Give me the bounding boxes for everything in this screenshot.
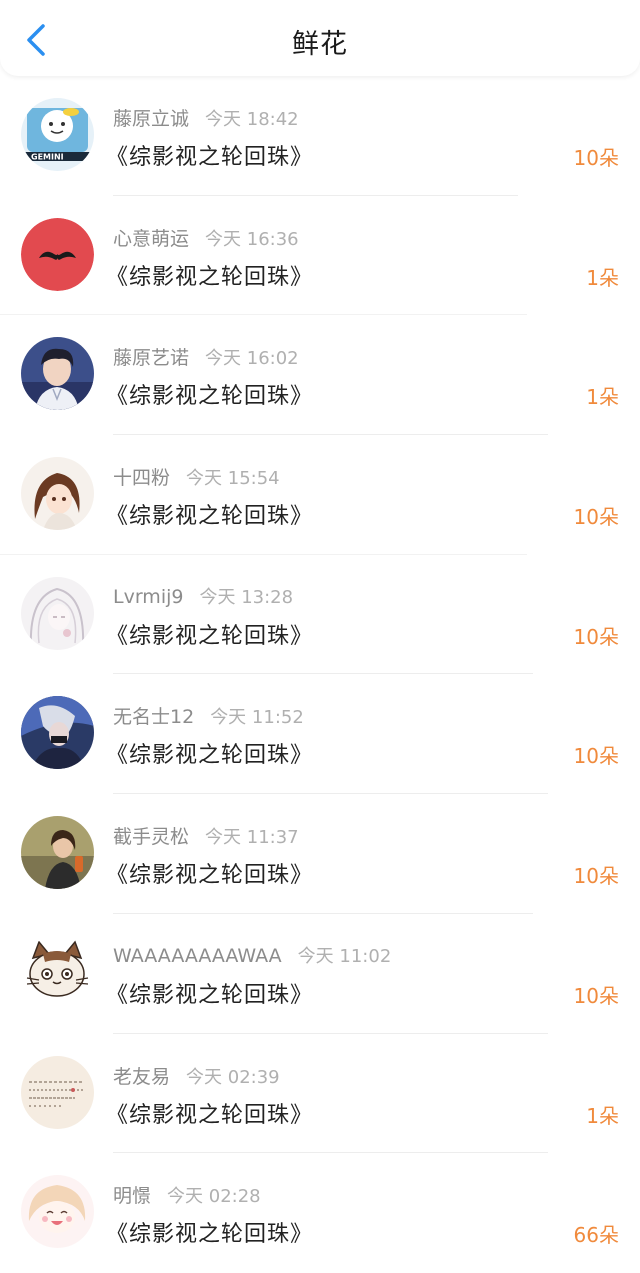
chibi-girl-avatar[interactable] — [21, 1175, 94, 1249]
timestamp: 今天 16:02 — [205, 348, 299, 370]
woman-photo-avatar[interactable] — [21, 816, 94, 890]
flower-list: GEMINI 藤原立诚 今天 18:42 《综影视之轮回珠》 10朵 心意萌运 今天… — [0, 76, 640, 1273]
list-item[interactable]: 心意萌运 今天 16:36 《综影视之轮回珠》 1朵 — [0, 196, 640, 316]
page-title: 鲜花 — [292, 29, 348, 60]
top-bar: 鲜花 — [0, 0, 640, 76]
username: 心意萌运 — [113, 227, 190, 250]
boy-photo-avatar[interactable] — [21, 337, 94, 411]
timestamp: 今天 11:52 — [210, 707, 304, 729]
username: 藤原立诚 — [113, 108, 190, 130]
username: 无名士12 — [113, 706, 195, 729]
gemini-cartoon-avatar[interactable]: GEMINI — [21, 98, 94, 171]
username: 明憬 — [113, 1185, 152, 1208]
book-title: 《综影视之轮回珠》 — [106, 504, 314, 530]
list-item[interactable]: 藤原艺诺 今天 16:02 《综影视之轮回珠》 1朵 — [0, 315, 640, 436]
timestamp: 今天 16:36 — [205, 228, 299, 250]
book-title: 《综影视之轮回珠》 — [106, 623, 314, 649]
timestamp: 今天 18:42 — [205, 109, 299, 130]
flower-count: 10朵 — [573, 983, 619, 1008]
timestamp: 今天 11:37 — [205, 827, 299, 849]
list-item[interactable]: 无名士12 今天 11:52 《综影视之轮回珠》 10朵 — [0, 674, 640, 795]
list-item[interactable]: 老友易 今天 02:39 《综影视之轮回珠》 1朵 — [0, 1034, 640, 1154]
handwriting-avatar[interactable] — [21, 1055, 94, 1129]
cat-cartoon-avatar[interactable] — [21, 935, 94, 1009]
flower-count: 10朵 — [573, 864, 619, 889]
timestamp: 今天 11:02 — [297, 945, 392, 967]
timestamp: 今天 02:39 — [186, 1066, 280, 1088]
username: 老友易 — [113, 1065, 171, 1088]
sketch-girl-avatar[interactable] — [21, 576, 94, 650]
svg-text:GEMINI: GEMINI — [31, 153, 64, 162]
flower-count: 10朵 — [573, 744, 619, 769]
username: WAAAAAAAAWAA — [113, 944, 282, 967]
username: 藤原艺诺 — [113, 347, 190, 370]
book-title: 《综影视之轮回珠》 — [106, 384, 314, 410]
flower-count: 10朵 — [573, 146, 619, 170]
flower-count: 66朵 — [573, 1223, 619, 1248]
list-item[interactable]: GEMINI 藤原立诚 今天 18:42 《综影视之轮回珠》 10朵 — [0, 76, 640, 196]
flower-count: 10朵 — [573, 624, 619, 649]
timestamp: 今天 15:54 — [186, 468, 280, 490]
flower-count: 1朵 — [586, 1103, 619, 1128]
timestamp: 今天 13:28 — [199, 586, 294, 608]
book-title: 《综影视之轮回珠》 — [106, 1222, 314, 1248]
list-item[interactable]: WAAAAAAAAWAA 今天 11:02 《综影视之轮回珠》 10朵 — [0, 914, 640, 1034]
book-title: 《综影视之轮回珠》 — [106, 264, 314, 290]
anime-warrior-avatar[interactable] — [21, 696, 94, 770]
username: 十四粉 — [113, 467, 171, 490]
username: 截手灵松 — [113, 826, 190, 849]
username: Lvrmij9 — [113, 585, 184, 608]
mustache-avatar[interactable] — [21, 217, 94, 291]
flower-count: 1朵 — [586, 265, 619, 290]
book-title: 《综影视之轮回珠》 — [106, 982, 314, 1008]
book-title: 《综影视之轮回珠》 — [106, 743, 314, 769]
book-title: 《综影视之轮回珠》 — [106, 145, 314, 170]
timestamp: 今天 02:28 — [167, 1186, 261, 1208]
book-title: 《综影视之轮回珠》 — [106, 863, 314, 889]
list-item[interactable]: 十四粉 今天 15:54 《综影视之轮回珠》 10朵 — [0, 435, 640, 555]
list-item[interactable]: 截手灵松 今天 11:37 《综影视之轮回珠》 10朵 — [0, 794, 640, 914]
list-item[interactable]: Lvrmij9 今天 13:28 《综影视之轮回珠》 10朵 — [0, 555, 640, 675]
flower-count: 1朵 — [586, 385, 619, 410]
flower-count: 10朵 — [573, 505, 619, 530]
anime-girl-avatar[interactable] — [21, 457, 94, 531]
book-title: 《综影视之轮回珠》 — [106, 1102, 314, 1128]
